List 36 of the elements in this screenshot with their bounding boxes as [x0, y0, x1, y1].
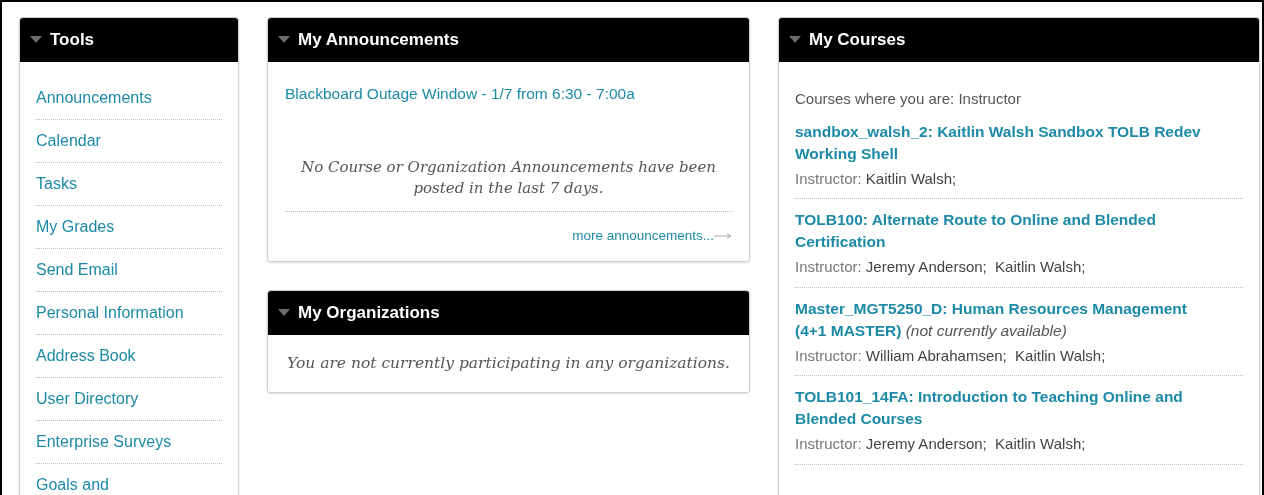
tool-link[interactable]: Enterprise Surveys [36, 430, 172, 454]
course-link[interactable]: TOLB100: Alternate Route to Online and Blended Certification [795, 209, 1209, 253]
empty-message: No Course or Organization Announcements have been posted in the last 7 days. [299, 157, 717, 200]
collapse-triangle-icon[interactable] [789, 36, 801, 44]
more-announcements-link[interactable]: more announcements... [572, 226, 714, 247]
tool-link[interactable]: Announcements [36, 86, 152, 110]
course-link[interactable]: Master_MGT5250_D: Human Resources Management (4+1 MASTER) (not currently available) [795, 297, 1209, 342]
tool-link[interactable]: Goals and [36, 473, 109, 495]
instructor-names: Kaitlin Walsh; [865, 169, 957, 187]
panel-title: My Organizations [298, 301, 440, 324]
instructor-label: Instructor: [795, 258, 862, 275]
instructor-label: Instructor: [795, 169, 862, 187]
tool-link[interactable]: Tasks [36, 172, 77, 196]
course-link[interactable]: TOLB101_14FA: Introduction to Teaching Online and Blended Courses [795, 386, 1209, 430]
arrow-icon [714, 233, 732, 240]
tool-link[interactable]: Personal Information [36, 301, 184, 325]
instructor-names: Jeremy Anderson; Kaitlin Walsh; [865, 258, 1086, 275]
collapse-triangle-icon[interactable] [278, 308, 290, 317]
instructor-names: Jeremy Anderson; Kaitlin Walsh; [865, 435, 1086, 452]
tool-link[interactable]: Address Book [36, 344, 136, 368]
tool-link[interactable]: User Directory [36, 387, 139, 411]
instructor-names: William Abrahamsen; Kaitlin Walsh; [865, 346, 1106, 364]
course-link[interactable]: sandbox_walsh_2: Kaitlin Walsh Sandbox TOLB Redev Working Shell [795, 120, 1209, 165]
instructor-label: Instructor: [795, 435, 862, 452]
instructor-label: Instructor: [795, 346, 862, 364]
collapse-triangle-icon[interactable] [278, 36, 290, 44]
panel-title: My Courses [809, 29, 906, 52]
tool-link[interactable]: Calendar [36, 129, 101, 153]
panel-title: Tools [50, 29, 95, 52]
announcement-link[interactable]: Blackboard Outage Window - 1/7 from 6:30 - 7:00a [285, 82, 732, 106]
empty-message: You are not currently participating in any organizations. [286, 352, 731, 374]
collapse-triangle-icon[interactable] [30, 36, 42, 44]
tool-link[interactable]: My Grades [36, 215, 115, 239]
tool-link[interactable]: Send Email [36, 258, 118, 282]
role-text: Courses where you are: Instructor [795, 89, 1022, 109]
panel-title: My Announcements [298, 29, 459, 52]
